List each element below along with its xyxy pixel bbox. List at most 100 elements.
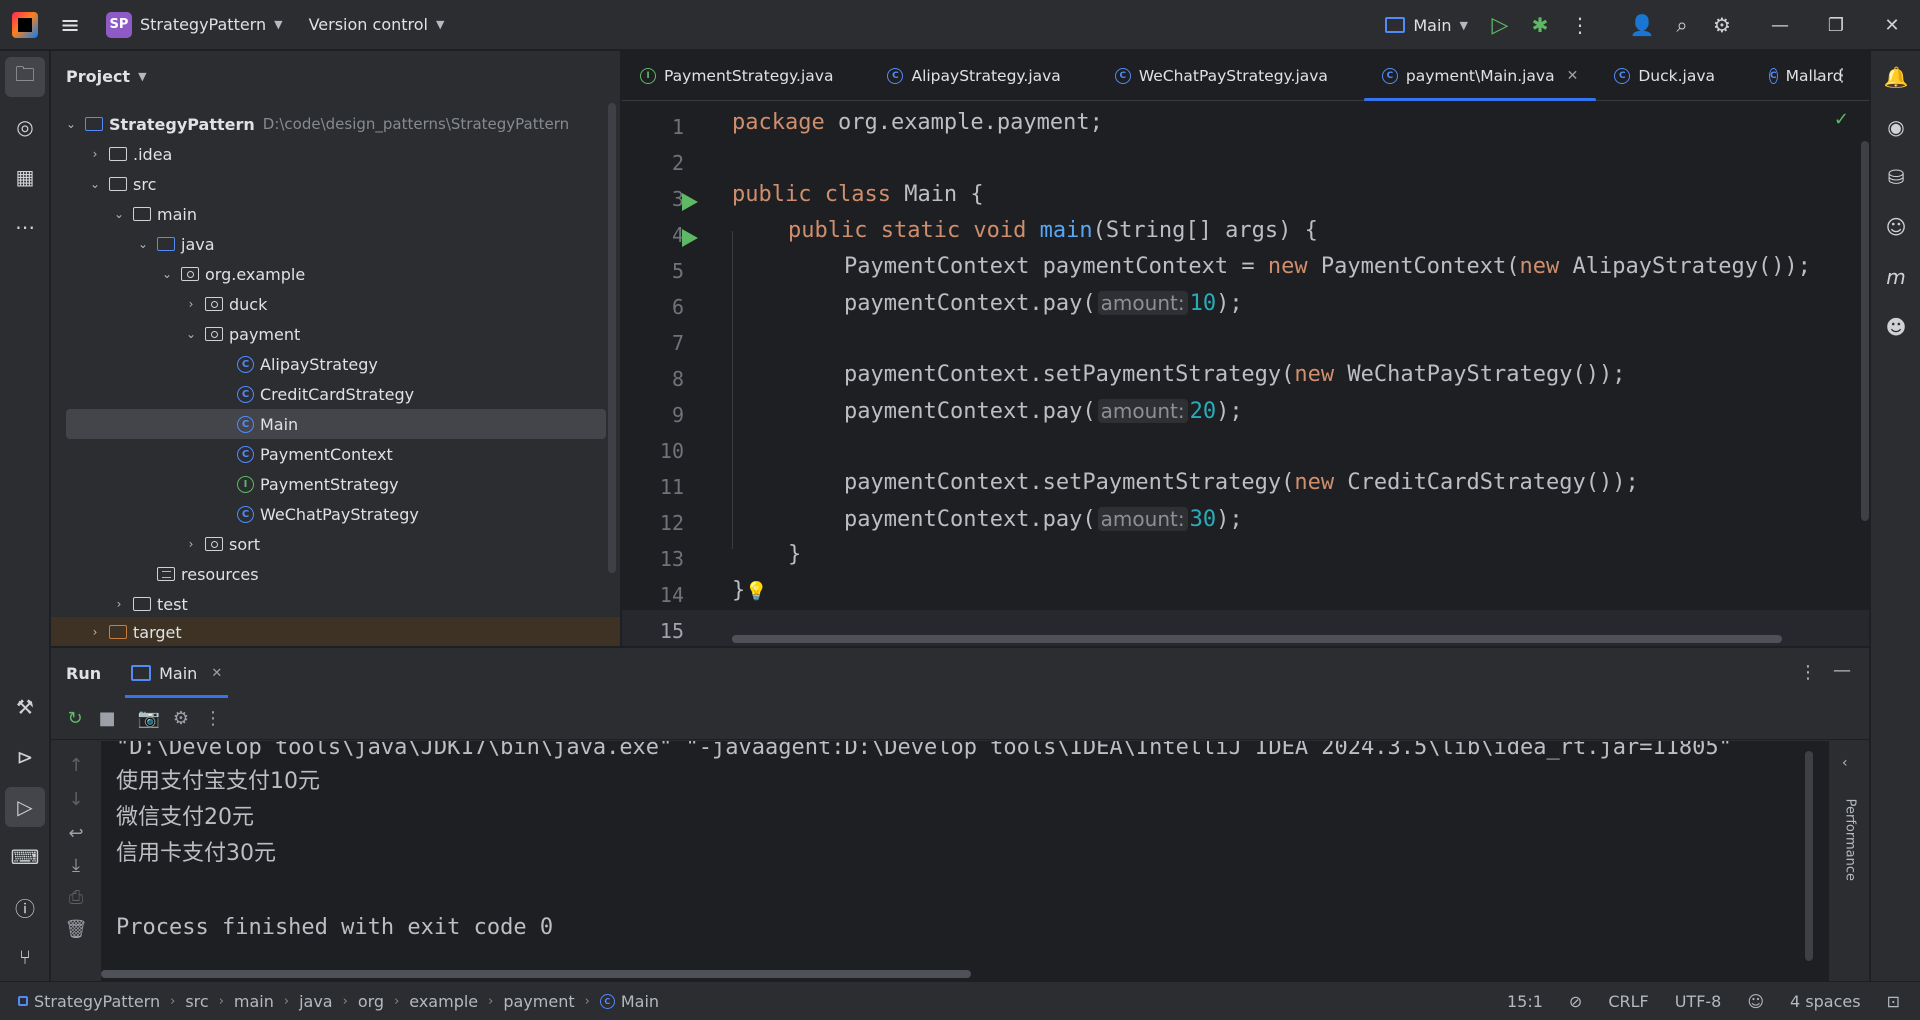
ai-status-icon[interactable]: ☺ <box>1747 992 1764 1011</box>
hide-panel-icon[interactable]: — <box>1833 660 1851 681</box>
breadcrumb-item[interactable]: Main <box>621 992 659 1011</box>
run-gutter-icon[interactable] <box>682 229 698 247</box>
assistant-chat-icon[interactable]: ☻ <box>1876 307 1916 347</box>
project-badge[interactable]: SP <box>106 11 132 38</box>
close-window-button[interactable]: ✕ <box>1864 0 1920 50</box>
close-tab-icon[interactable]: ✕ <box>1567 68 1579 84</box>
tree-item-idea[interactable]: › .idea <box>51 139 611 169</box>
tab-main[interactable]: C payment\Main.java ✕ <box>1363 51 1597 101</box>
tree-item-main[interactable]: ⌄ main <box>51 199 611 229</box>
no-problems-check-icon[interactable]: ✓ <box>1834 109 1849 130</box>
tree-item-payment-strategy[interactable]: I PaymentStrategy <box>51 469 611 499</box>
add-user-icon[interactable]: 👤 <box>1622 5 1662 45</box>
build-hammer-icon[interactable]: ⚒ <box>5 687 45 727</box>
tree-item-resources[interactable]: resources <box>51 559 611 589</box>
chevron-left-icon[interactable]: ‹ <box>1842 755 1848 771</box>
search-icon[interactable]: ⌕ <box>1662 5 1702 45</box>
chevron-right-icon[interactable]: › <box>87 147 103 161</box>
indent-setting[interactable]: 4 spaces <box>1790 992 1861 1011</box>
lock-icon[interactable]: ⊡ <box>1887 992 1900 1011</box>
chevron-down-icon[interactable]: ⌄ <box>111 207 127 221</box>
chevron-right-icon[interactable]: › <box>111 597 127 611</box>
tree-item-org-example[interactable]: ⌄ org.example <box>51 259 611 289</box>
terminal-icon[interactable]: ⌨ <box>5 837 45 877</box>
lightbulb-icon[interactable]: 💡 <box>745 581 767 602</box>
close-tab-icon[interactable]: ✕ <box>211 666 222 681</box>
line-separator[interactable]: CRLF <box>1608 992 1648 1011</box>
tree-item-root[interactable]: ⌄ StrategyPattern D:\code\design_pattern… <box>51 109 611 139</box>
clear-trash-icon[interactable]: 🗑 <box>60 913 92 945</box>
database-icon[interactable]: ⛁ <box>1876 157 1916 197</box>
scroll-down-icon[interactable]: ↓ <box>60 783 92 815</box>
print-icon[interactable]: ⎙ <box>60 881 92 913</box>
more-icon[interactable]: ⋮ <box>197 703 229 735</box>
tree-item-sort[interactable]: › sort <box>51 529 611 559</box>
tabs-dropdown-icon[interactable]: ⌄ <box>1811 68 1823 84</box>
settings-icon[interactable]: ⚙ <box>165 703 197 735</box>
soft-wrap-icon[interactable]: ↩ <box>60 817 92 849</box>
minimize-window-button[interactable]: — <box>1752 0 1808 50</box>
horizontal-scrollbar[interactable] <box>732 635 1782 643</box>
caret-position[interactable]: 15:1 <box>1507 992 1543 1011</box>
vertical-scrollbar[interactable] <box>1861 141 1869 521</box>
project-folder-icon[interactable]: 🗀 <box>5 57 45 97</box>
performance-side-tab[interactable]: ‹ Performance <box>1829 741 1869 982</box>
tab-more-icon[interactable]: ⋮ <box>1833 65 1851 86</box>
problems-icon[interactable]: ⓘ <box>5 887 45 927</box>
screenshot-camera-icon[interactable]: 📷 <box>133 703 165 735</box>
console-vscrollbar[interactable] <box>1805 751 1813 961</box>
tree-item-java[interactable]: ⌄ java <box>51 229 611 259</box>
scroll-to-end-icon[interactable]: ⤓ <box>60 849 92 881</box>
project-panel-header[interactable]: Project ▼ <box>51 51 620 101</box>
breadcrumb-item[interactable]: example <box>409 992 478 1011</box>
ai-assistant-icon[interactable]: ◎ <box>5 107 45 147</box>
tab-payment-strategy[interactable]: I PaymentStrategy.java <box>622 51 851 101</box>
restore-window-button[interactable]: ❐ <box>1808 0 1864 50</box>
more-tools-icon[interactable]: ⋯ <box>5 207 45 247</box>
breadcrumb-item[interactable]: StrategyPattern <box>34 992 160 1011</box>
chevron-down-icon[interactable]: ⌄ <box>159 267 175 281</box>
tab-duck[interactable]: C Duck.java <box>1596 51 1733 101</box>
settings-gear-icon[interactable]: ⚙ <box>1702 5 1742 45</box>
breadcrumb-item[interactable]: src <box>185 992 208 1011</box>
chevron-down-icon[interactable]: ⌄ <box>87 177 103 191</box>
run-gutter-icon[interactable] <box>682 193 698 211</box>
tree-item-duck[interactable]: › duck <box>51 289 611 319</box>
version-control-menu[interactable]: Version control <box>309 15 428 34</box>
tree-item-test[interactable]: › test <box>51 589 611 619</box>
chevron-down-icon[interactable]: ▼ <box>274 18 282 31</box>
tree-item-src[interactable]: ⌄ src <box>51 169 611 199</box>
tree-item-payment[interactable]: ⌄ payment <box>51 319 611 349</box>
scroll-up-icon[interactable]: ↑ <box>60 749 92 781</box>
chevron-right-icon[interactable]: › <box>87 625 103 639</box>
tree-item-payment-context[interactable]: C PaymentContext <box>51 439 611 469</box>
inspections-off-icon[interactable]: ⊘ <box>1569 992 1582 1011</box>
breadcrumb-item[interactable]: java <box>299 992 333 1011</box>
run-tab-main[interactable]: Main ✕ <box>125 648 229 698</box>
chevron-right-icon[interactable]: › <box>183 537 199 551</box>
tree-item-target[interactable]: › target <box>51 617 620 646</box>
tree-item-alipay-strategy[interactable]: C AlipayStrategy <box>51 349 611 379</box>
rerun-icon[interactable]: ↻ <box>59 703 91 735</box>
git-branch-icon[interactable]: ⑂ <box>5 937 45 977</box>
breadcrumb-item[interactable]: org <box>358 992 384 1011</box>
tree-scrollbar[interactable] <box>608 103 616 573</box>
tab-alipay-strategy[interactable]: C AlipayStrategy.java <box>869 51 1078 101</box>
ai-spiral-icon[interactable]: ◉ <box>1876 107 1916 147</box>
breadcrumb-item[interactable]: main <box>234 992 274 1011</box>
run-icon[interactable]: ▷ <box>1480 5 1520 45</box>
main-menu-icon[interactable]: ≡ <box>60 13 82 37</box>
file-encoding[interactable]: UTF-8 <box>1675 992 1722 1011</box>
structure-icon[interactable]: ▦ <box>5 157 45 197</box>
chevron-right-icon[interactable]: › <box>183 297 199 311</box>
tree-item-creditcard-strategy[interactable]: C CreditCardStrategy <box>51 379 611 409</box>
maven-icon[interactable]: m <box>1876 257 1916 297</box>
chevron-down-icon[interactable]: ⌄ <box>63 117 79 131</box>
console-hscrollbar[interactable] <box>101 970 971 978</box>
notifications-bell-icon[interactable]: 🔔 <box>1876 57 1916 97</box>
copilot-icon[interactable]: ☺ <box>1876 207 1916 247</box>
chevron-down-icon[interactable]: ⌄ <box>183 327 199 341</box>
tab-wechatpay-strategy[interactable]: C WeChatPayStrategy.java <box>1097 51 1346 101</box>
services-icon[interactable]: ⊳ <box>5 737 45 777</box>
tree-item-wechatpay-strategy[interactable]: C WeChatPayStrategy <box>51 499 611 529</box>
